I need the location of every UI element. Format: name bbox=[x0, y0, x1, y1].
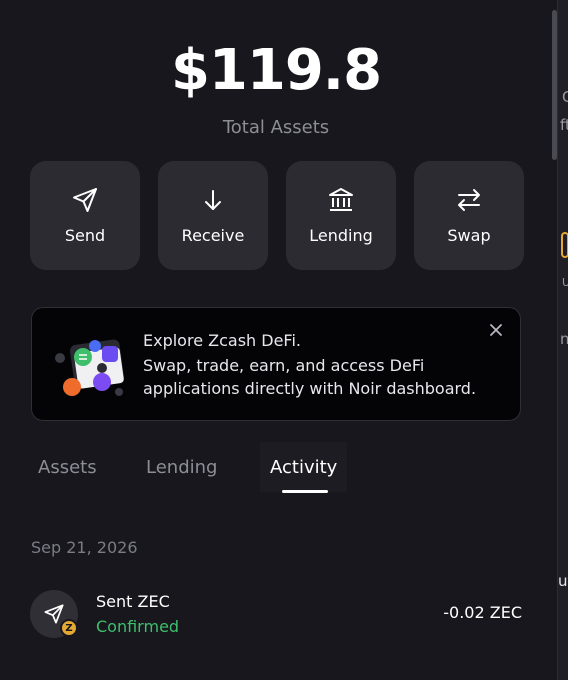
zec-coin-icon: Z bbox=[60, 619, 78, 637]
action-buttons: Send Receive Lending Swap bbox=[30, 161, 524, 270]
banner-text: Swap, trade, earn, and access DeFi appli… bbox=[143, 356, 477, 398]
activity-date: Sep 21, 2026 bbox=[31, 538, 138, 557]
tab-activity[interactable]: Activity bbox=[260, 442, 348, 492]
background-text: ft bbox=[560, 116, 568, 134]
defi-promo-banner[interactable]: Explore Zcash DeFi. Swap, trade, earn, a… bbox=[31, 307, 521, 421]
tx-title: Sent ZEC bbox=[96, 592, 170, 611]
tab-assets[interactable]: Assets bbox=[38, 442, 97, 492]
arrow-down-icon bbox=[199, 186, 227, 214]
scrollbar[interactable] bbox=[552, 10, 557, 160]
close-icon[interactable] bbox=[488, 322, 504, 338]
send-label: Send bbox=[64, 226, 106, 245]
total-balance-label: Total Assets bbox=[222, 117, 330, 138]
receive-button[interactable]: Receive bbox=[158, 161, 268, 270]
tab-lending[interactable]: Lending bbox=[146, 442, 217, 492]
background-badge bbox=[561, 232, 568, 258]
background-window: C ft U nv ut bbox=[557, 0, 568, 680]
receive-label: Receive bbox=[181, 226, 245, 245]
tx-amount: -0.02 ZEC bbox=[443, 603, 522, 622]
background-text: U bbox=[562, 276, 568, 289]
bank-icon bbox=[327, 186, 355, 214]
background-text: nv bbox=[560, 330, 568, 348]
lending-button[interactable]: Lending bbox=[286, 161, 396, 270]
active-tab-indicator bbox=[282, 490, 328, 493]
tx-status: Confirmed bbox=[96, 617, 180, 636]
defi-illustration bbox=[50, 332, 150, 404]
wallet-panel: $119.8 Total Assets Send Receive Lending… bbox=[0, 0, 557, 680]
swap-icon bbox=[455, 186, 483, 214]
banner-title: Explore Zcash DeFi. bbox=[143, 331, 301, 350]
swap-button[interactable]: Swap bbox=[414, 161, 524, 270]
background-text: C bbox=[562, 88, 568, 106]
total-balance: $119.8 bbox=[170, 38, 382, 103]
background-text: ut bbox=[558, 572, 568, 590]
asset-tabs: Assets Lending Activity bbox=[30, 442, 550, 496]
send-button[interactable]: Send bbox=[30, 161, 140, 270]
activity-item[interactable]: Z Sent ZEC Confirmed -0.02 ZEC bbox=[30, 588, 522, 640]
swap-label: Swap bbox=[447, 226, 491, 245]
lending-label: Lending bbox=[309, 226, 373, 245]
send-icon bbox=[71, 186, 99, 214]
